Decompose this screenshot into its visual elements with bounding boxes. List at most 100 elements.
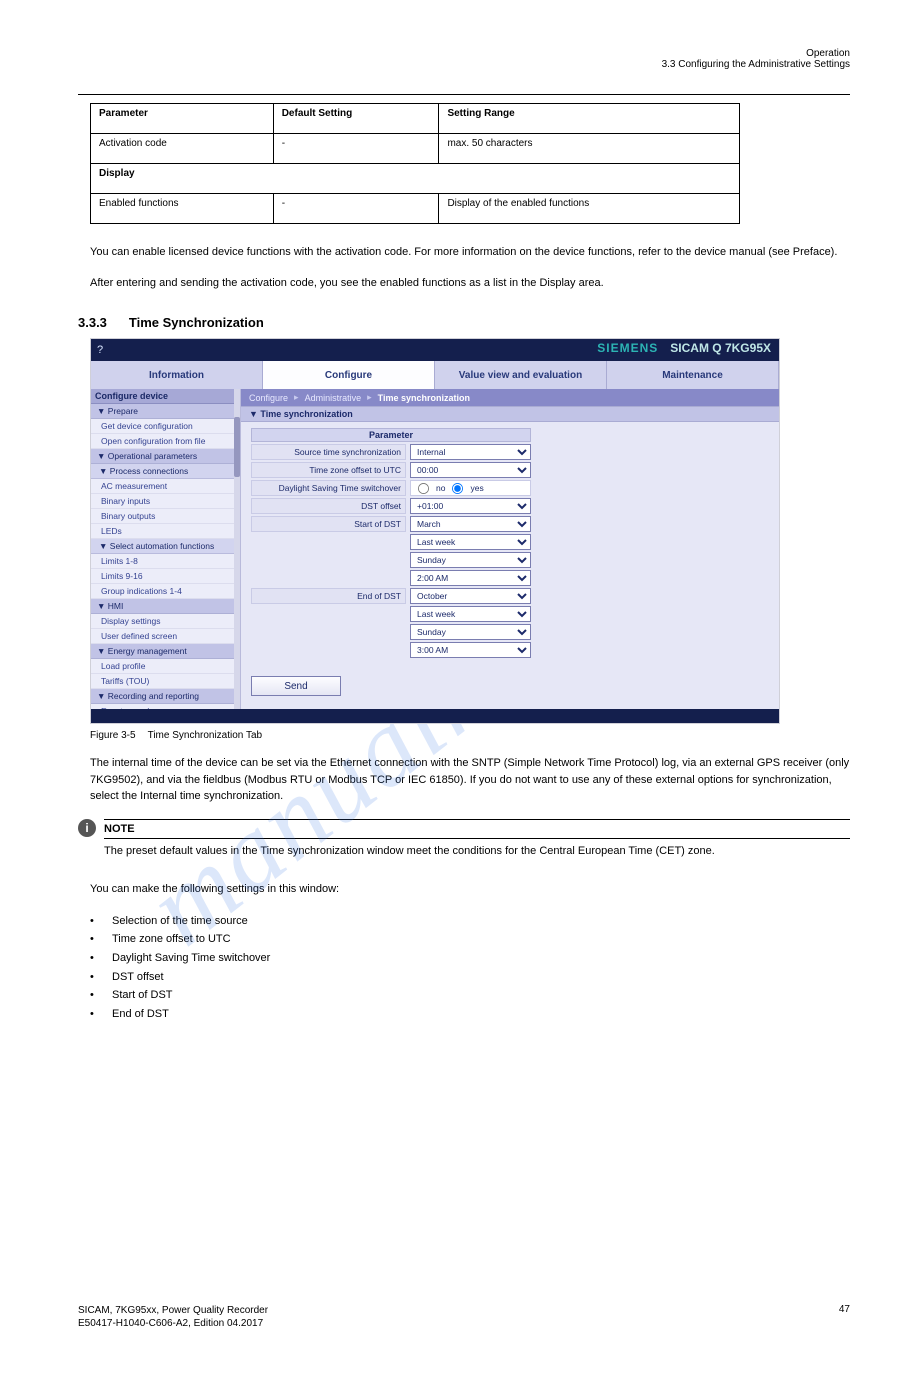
sidebar-item[interactable]: LEDs — [91, 524, 240, 539]
chevron-right-icon: ▸ — [367, 392, 372, 403]
sidebar-group[interactable]: ▼ Prepare — [91, 404, 240, 419]
select-end-week[interactable]: Last week — [410, 606, 531, 622]
section-band[interactable]: ▼ Time synchronization — [241, 406, 779, 422]
help-icon[interactable]: ? — [97, 344, 103, 356]
paragraph: After entering and sending the activatio… — [90, 275, 850, 292]
running-head: Operation 3.3 Configuring the Administra… — [78, 48, 850, 70]
table-cell: Display — [91, 164, 740, 194]
sidebar-group[interactable]: ▼ Process connections — [91, 464, 240, 479]
table-cell: Display of the enabled functions — [439, 194, 740, 224]
list-item: • DST offset — [90, 968, 850, 987]
info-icon: i — [78, 819, 96, 837]
crumb-item[interactable]: Configure — [249, 393, 288, 403]
list-item-label: DST offset — [112, 968, 164, 987]
label-end-dst: End of DST — [251, 588, 406, 604]
subsection-title: Time Synchronization — [129, 315, 264, 330]
running-head-sub: 3.3 Configuring the Administrative Setti… — [662, 59, 850, 70]
paragraph: You can make the following settings in t… — [90, 881, 850, 898]
sidebar-group[interactable]: ▼ Energy management — [91, 644, 240, 659]
scrollbar[interactable] — [234, 389, 240, 709]
select-start-week[interactable]: Last week — [410, 534, 531, 550]
tab-value-view[interactable]: Value view and evaluation — [435, 361, 607, 389]
sidebar-item[interactable]: Limits 9-16 — [91, 569, 240, 584]
sidebar-item[interactable]: Group indications 1-4 — [91, 584, 240, 599]
list-item-label: Daylight Saving Time switchover — [112, 949, 270, 968]
select-end-day[interactable]: Sunday — [410, 624, 531, 640]
figure-title: Time Synchronization Tab — [148, 730, 263, 741]
list-item-label: Selection of the time source — [112, 912, 248, 931]
figure-caption: Figure 3-5 Time Synchronization Tab — [90, 730, 850, 741]
figure-number: Figure 3-5 — [90, 730, 136, 741]
paragraph: You can enable licensed device functions… — [90, 244, 850, 261]
param-table: Parameter Default Setting Setting Range … — [90, 103, 740, 224]
sidebar-item[interactable]: Load profile — [91, 659, 240, 674]
sidebar-item[interactable]: User defined screen — [91, 629, 240, 644]
sidebar-group[interactable]: ▼ Operational parameters — [91, 449, 240, 464]
page-number: 47 — [839, 1304, 850, 1330]
select-start-month[interactable]: March — [410, 516, 531, 532]
brand-logo: SIEMENS — [597, 341, 658, 355]
select-end-time[interactable]: 3:00 AM — [410, 642, 531, 658]
tab-information[interactable]: Information — [91, 361, 263, 389]
select-start-day[interactable]: Sunday — [410, 552, 531, 568]
select-start-time[interactable]: 2:00 AM — [410, 570, 531, 586]
radio-dst-no[interactable] — [418, 482, 429, 493]
footer-line-2: E50417-H1040-C606-A2, Edition 04.2017 — [78, 1317, 268, 1330]
sidebar-item[interactable]: Event recorders — [91, 704, 240, 709]
radio-dst-yes[interactable] — [452, 482, 463, 493]
label-dst-switchover: Daylight Saving Time switchover — [251, 480, 406, 496]
subsection-number: 3.3.3 — [78, 315, 107, 330]
list-item: • Selection of the time source — [90, 912, 850, 931]
bullet-icon: • — [90, 930, 104, 949]
radio-label-no: no — [436, 483, 445, 493]
sidebar-group[interactable]: ▼ HMI — [91, 599, 240, 614]
branding: SIEMENS SICAM Q 7KG95X — [597, 341, 771, 355]
subsection-heading: 3.3.3 Time Synchronization — [78, 315, 850, 330]
crumb-item[interactable]: Administrative — [305, 393, 362, 403]
table-row: Display — [91, 164, 740, 194]
list-item-label: End of DST — [112, 1005, 169, 1024]
content-pane: Configure ▸ Administrative ▸ Time synchr… — [241, 389, 779, 709]
table-cell: max. 50 characters — [439, 134, 740, 164]
list-item: •End of DST — [90, 1005, 850, 1024]
bullet-icon: • — [90, 986, 104, 1005]
sidebar-item[interactable]: Binary inputs — [91, 494, 240, 509]
table-row: Parameter Default Setting Setting Range — [91, 104, 740, 134]
table-header: Default Setting — [273, 104, 439, 134]
sidebar-item[interactable]: Open configuration from file — [91, 434, 240, 449]
table-row: Activation code - max. 50 characters — [91, 134, 740, 164]
scrollbar-thumb[interactable] — [234, 417, 240, 477]
select-source-sync[interactable]: Internal — [410, 444, 531, 460]
table-header: Setting Range — [439, 104, 740, 134]
bottom-bar — [91, 709, 779, 723]
label-dst-offset: DST offset — [251, 498, 406, 514]
sidebar-group[interactable]: ▼ Select automation functions — [91, 539, 240, 554]
sidebar-item[interactable]: Limits 1-8 — [91, 554, 240, 569]
send-button[interactable]: Send — [251, 676, 341, 696]
main-tabs: Information Configure Value view and eva… — [91, 361, 779, 389]
tab-maintenance[interactable]: Maintenance — [607, 361, 779, 389]
sidebar-item[interactable]: AC measurement — [91, 479, 240, 494]
sidebar-group[interactable]: ▼ Recording and reporting — [91, 689, 240, 704]
crumb-item-current: Time synchronization — [378, 393, 470, 403]
table-cell: - — [273, 194, 439, 224]
paragraph: The internal time of the device can be s… — [90, 755, 850, 805]
select-tz-offset[interactable]: 00:00 — [410, 462, 531, 478]
select-end-month[interactable]: October — [410, 588, 531, 604]
running-head-title: Operation — [662, 48, 850, 59]
bullet-icon: • — [90, 949, 104, 968]
sidebar-item[interactable]: Get device configuration — [91, 419, 240, 434]
note-heading: NOTE — [104, 819, 850, 839]
table-header: Parameter — [91, 104, 274, 134]
bullet-icon: • — [90, 968, 104, 987]
list-item: • Daylight Saving Time switchover — [90, 949, 850, 968]
sidebar-item[interactable]: Binary outputs — [91, 509, 240, 524]
label-source-sync: Source time synchronization — [251, 444, 406, 460]
sidebar-heading: Configure device — [91, 389, 240, 404]
sidebar-item[interactable]: Tariffs (TOU) — [91, 674, 240, 689]
sidebar-item[interactable]: Display settings — [91, 614, 240, 629]
select-dst-offset[interactable]: +01:00 — [410, 498, 531, 514]
label-start-dst: Start of DST — [251, 516, 406, 532]
tab-configure[interactable]: Configure — [263, 361, 435, 389]
bullet-icon: • — [90, 912, 104, 931]
